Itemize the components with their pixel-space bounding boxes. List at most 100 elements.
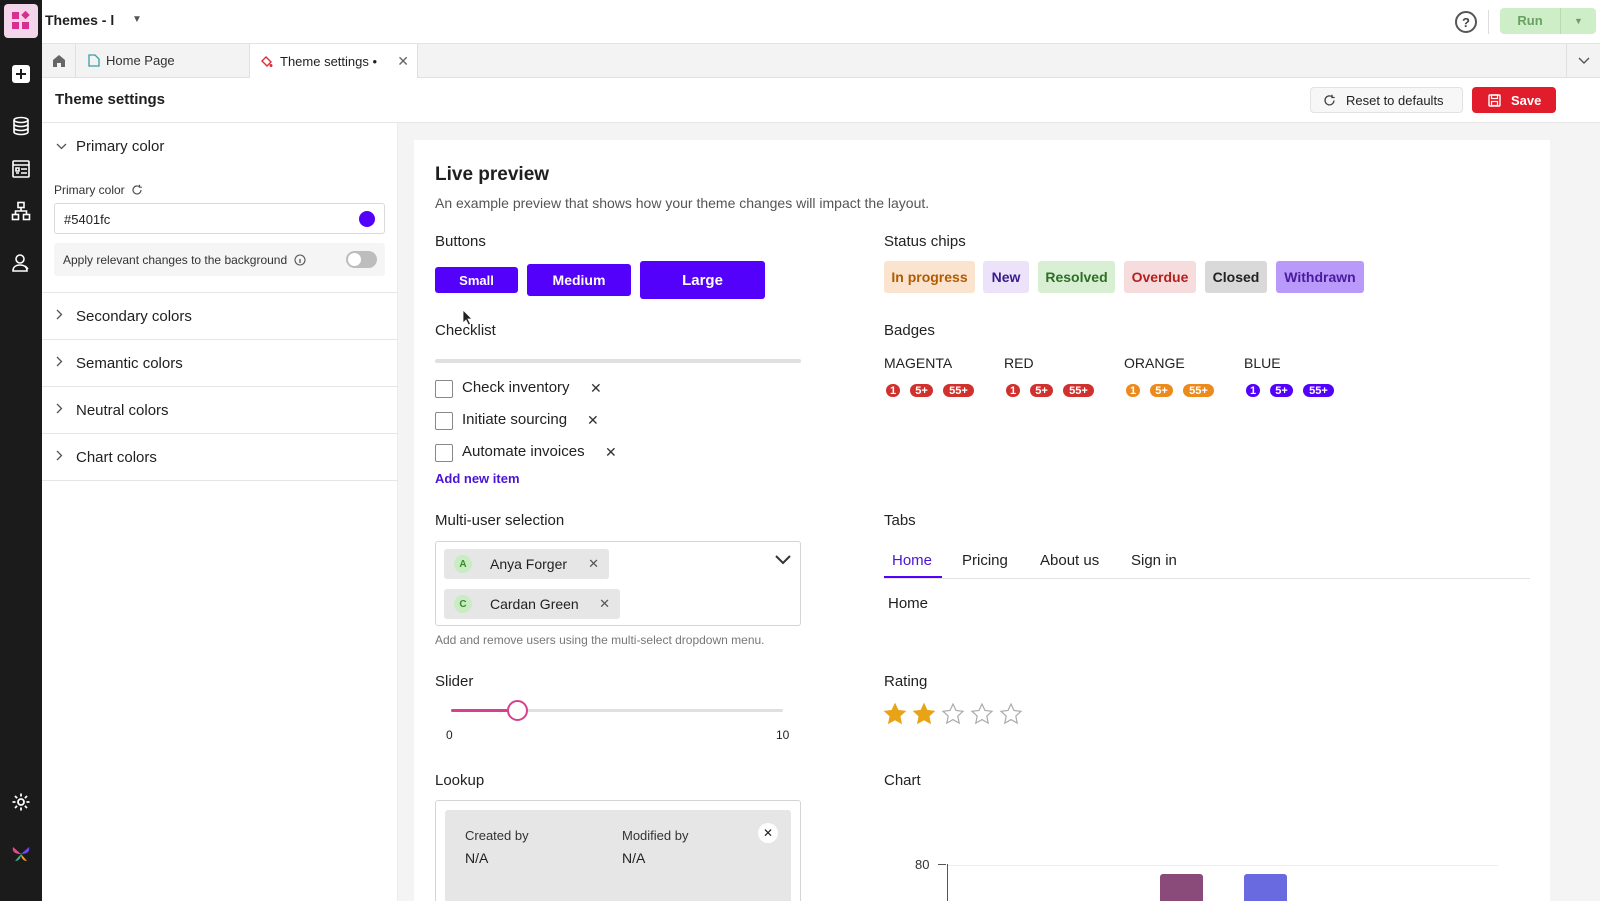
chevron-down-icon[interactable] <box>775 552 791 570</box>
clear-lookup-icon[interactable]: ✕ <box>758 823 778 843</box>
user-chip: C Cardan Green ✕ <box>444 589 620 619</box>
tab-home[interactable]: Home <box>892 552 932 569</box>
remove-user-icon[interactable]: ✕ <box>599 596 610 612</box>
color-swatch[interactable] <box>359 211 375 227</box>
primary-color-input[interactable]: #5401fc <box>54 203 385 234</box>
theme-sections-panel: Primary color Primary color #5401fc Appl… <box>42 123 398 901</box>
section-primary-color[interactable]: Primary color <box>42 123 398 170</box>
tab-pricing[interactable]: Pricing <box>962 552 1008 569</box>
help-icon[interactable]: ? <box>1455 11 1477 33</box>
chevron-right-icon <box>56 450 64 464</box>
primary-color-editor: Primary color #5401fc Apply relevant cha… <box>42 170 398 293</box>
checklist-item-label: Initiate sourcing <box>462 411 568 428</box>
badge-magenta-3: 55+ <box>941 382 976 399</box>
chip-in-progress: In progress <box>884 261 975 293</box>
info-icon[interactable] <box>293 254 306 266</box>
tab-content: Home <box>888 595 929 612</box>
chart-gridline <box>948 865 1498 866</box>
remove-item-icon[interactable]: ✕ <box>587 412 599 429</box>
section-chart-colors[interactable]: Chart colors <box>42 434 398 481</box>
section-semantic-colors[interactable]: Semantic colors <box>42 340 398 387</box>
tab-home-page[interactable]: Home Page <box>76 44 250 77</box>
checkbox[interactable] <box>435 412 453 430</box>
star-empty-icon[interactable] <box>999 702 1023 731</box>
live-preview-card <box>414 140 1550 901</box>
app-title[interactable]: Themes - l <box>45 12 114 28</box>
editor-tabs-bar: Home Page Theme settings • ✕ <box>42 44 1600 78</box>
star-empty-icon[interactable] <box>941 702 965 731</box>
tab-theme-label: Theme settings • <box>280 53 378 69</box>
badges-heading: Badges <box>884 322 935 339</box>
active-tab-indicator <box>884 576 942 578</box>
reset-label: Reset to defaults <box>1346 92 1444 108</box>
reset-to-defaults-button[interactable]: Reset to defaults <box>1310 87 1463 113</box>
star-filled-icon[interactable] <box>912 702 936 731</box>
checkbox[interactable] <box>435 444 453 462</box>
tab-home-label: Home Page <box>106 53 175 68</box>
app-title-dropdown-icon[interactable]: ▼ <box>132 14 142 25</box>
medium-button[interactable]: Medium <box>527 264 631 296</box>
workflow-icon[interactable] <box>9 199 33 223</box>
chip-withdrawn: Withdrawn <box>1276 261 1364 293</box>
star-filled-icon[interactable] <box>883 702 907 731</box>
tabs-overflow-chevron-icon[interactable] <box>1566 44 1600 77</box>
chip-closed: Closed <box>1205 261 1267 293</box>
run-dropdown-icon[interactable]: ▼ <box>1561 8 1596 34</box>
apply-background-toggle[interactable] <box>346 251 377 268</box>
users-icon[interactable] <box>9 251 33 275</box>
mouse-cursor-icon <box>462 309 473 331</box>
section-secondary-colors[interactable]: Secondary colors <box>42 293 398 340</box>
badge-blue-2: 5+ <box>1268 382 1295 399</box>
preview-title: Live preview <box>435 164 550 185</box>
add-icon[interactable] <box>9 62 33 86</box>
app-logo-icon[interactable] <box>4 4 38 38</box>
checklist-item-label: Automate invoices <box>462 443 585 460</box>
small-button[interactable]: Small <box>435 267 518 293</box>
run-button[interactable]: Run ▼ <box>1500 8 1596 34</box>
badge-group-orange-label: ORANGE <box>1124 355 1185 371</box>
remove-item-icon[interactable]: ✕ <box>605 444 617 461</box>
section-secondary-label: Secondary colors <box>76 307 192 325</box>
tab-theme-settings[interactable]: Theme settings • ✕ <box>250 44 418 78</box>
tab-sign-in[interactable]: Sign in <box>1131 552 1177 569</box>
slider-thumb[interactable] <box>507 700 528 721</box>
buttons-heading: Buttons <box>435 233 486 250</box>
chart-y-tick: 80 <box>915 857 930 872</box>
badge-magenta-2: 5+ <box>908 382 935 399</box>
badge-blue-1: 1 <box>1244 382 1262 399</box>
created-by-value: N/A <box>465 850 489 866</box>
chip-resolved: Resolved <box>1038 261 1115 293</box>
save-button[interactable]: Save <box>1472 87 1556 113</box>
database-icon[interactable] <box>9 114 33 138</box>
chip-overdue: Overdue <box>1124 261 1196 293</box>
page-title: Theme settings <box>55 91 166 108</box>
rating-heading: Rating <box>884 673 928 690</box>
slider-max-label: 10 <box>776 728 790 742</box>
paint-bucket-icon <box>261 55 273 67</box>
badge-magenta-1: 1 <box>884 382 902 399</box>
badge-orange-3: 55+ <box>1181 382 1216 399</box>
large-button[interactable]: Large <box>640 261 765 299</box>
lookup-card[interactable] <box>445 810 791 901</box>
checkbox[interactable] <box>435 380 453 398</box>
primary-color-value: #5401fc <box>64 212 111 227</box>
forms-icon[interactable] <box>9 157 33 181</box>
section-neutral-colors[interactable]: Neutral colors <box>42 387 398 434</box>
star-empty-icon[interactable] <box>970 702 994 731</box>
chevron-right-icon <box>56 309 64 323</box>
avatar: C <box>454 595 472 613</box>
tab-about-us[interactable]: About us <box>1040 552 1099 569</box>
status-chips-heading: Status chips <box>884 233 966 250</box>
save-label: Save <box>1511 92 1542 108</box>
add-new-item-link[interactable]: Add new item <box>435 471 520 486</box>
home-tab-icon[interactable] <box>42 44 76 77</box>
settings-gear-icon[interactable] <box>9 790 33 814</box>
section-neutral-label: Neutral colors <box>76 401 169 419</box>
remove-item-icon[interactable]: ✕ <box>590 380 602 397</box>
reset-color-icon[interactable] <box>131 184 143 196</box>
run-label[interactable]: Run <box>1500 8 1560 34</box>
chart-tick-mark <box>938 864 946 865</box>
remove-user-icon[interactable]: ✕ <box>588 556 599 572</box>
save-disk-icon <box>1488 93 1501 107</box>
close-tab-icon[interactable]: ✕ <box>397 53 409 70</box>
